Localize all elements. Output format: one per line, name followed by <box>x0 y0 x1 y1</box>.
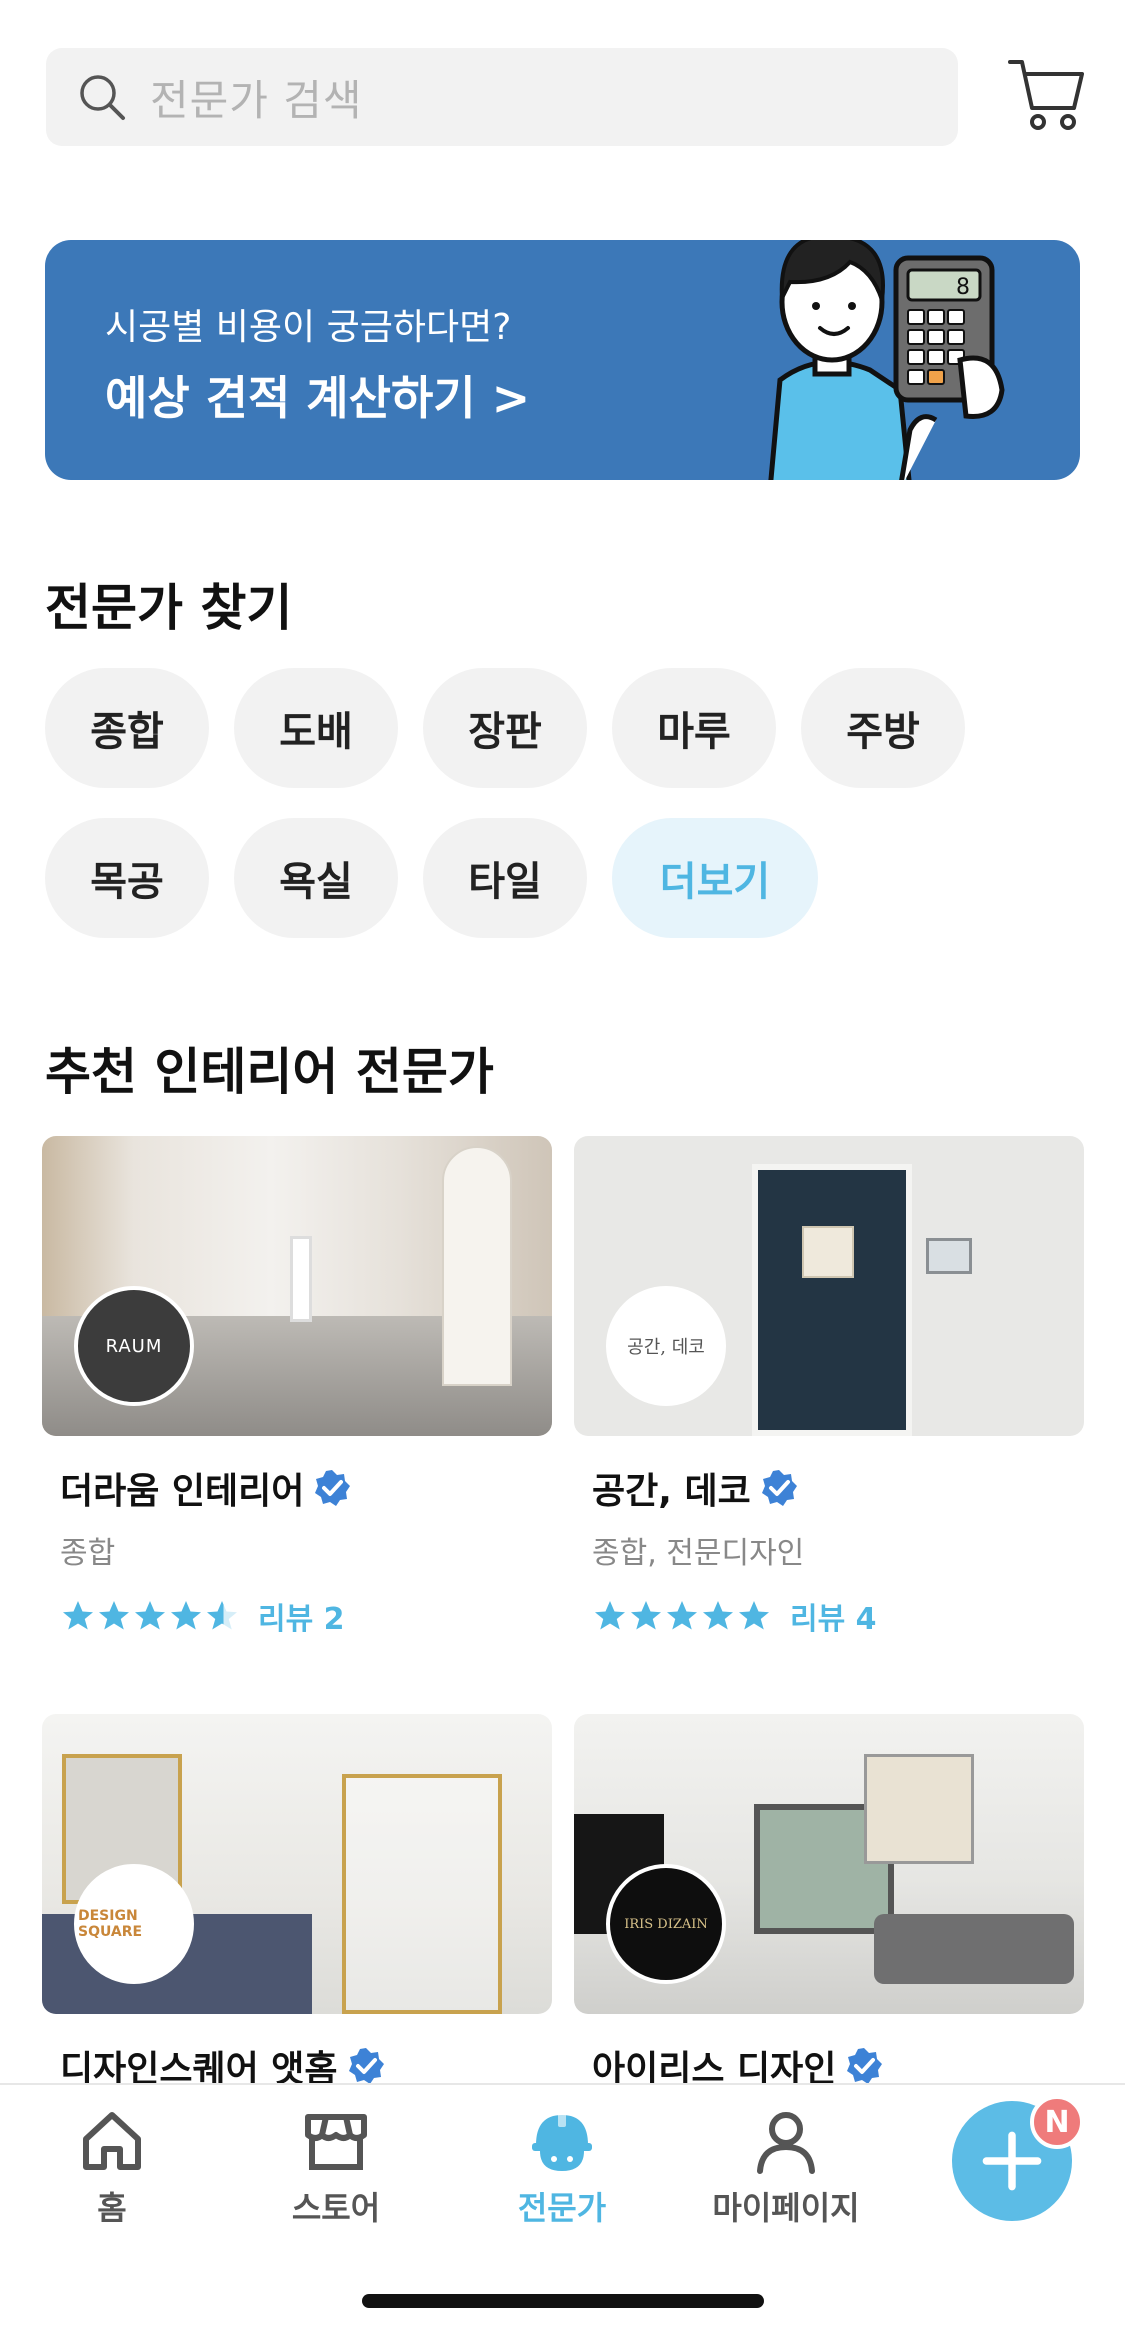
tab-mypage[interactable]: 마이페이지 <box>696 2105 876 2229</box>
chip-wood-floor[interactable]: 마루 <box>612 668 776 788</box>
tab-expert[interactable]: 전문가 <box>472 2105 652 2229</box>
search-icon <box>80 75 125 120</box>
chip-wallpaper[interactable]: 도배 <box>234 668 398 788</box>
store-icon <box>305 2114 367 2170</box>
expert-card[interactable]: DESIGN SQUARE 디자인스퀘어 앳홈 <box>42 1714 552 2092</box>
rating-row: 리뷰 2 <box>60 1594 552 1638</box>
star-icon <box>99 1601 129 1630</box>
expert-card[interactable]: RAUM 더라움 인테리어 종합 리뷰 2 <box>42 1136 552 1638</box>
estimate-banner[interactable]: 시공별 비용이 궁금하다면? 예상 견적 계산하기 > 8 <box>45 240 1080 480</box>
star-icon <box>667 1601 697 1630</box>
expert-logo: IRIS DIZAIN <box>606 1864 726 1984</box>
star-icon <box>135 1601 165 1630</box>
star-icon <box>631 1601 661 1630</box>
verified-icon <box>315 1470 351 1506</box>
star-half-icon <box>207 1601 237 1630</box>
new-badge: N <box>1030 2095 1084 2149</box>
verified-icon <box>761 1470 797 1506</box>
expert-photo: DESIGN SQUARE <box>42 1714 552 2014</box>
expert-photo: RAUM <box>42 1136 552 1436</box>
expert-photo: IRIS DIZAIN <box>574 1714 1084 2014</box>
expert-card[interactable]: 공간, 데코 공간, 데코 종합, 전문디자인 리뷰 4 <box>574 1136 1084 1638</box>
person-icon <box>757 2112 815 2174</box>
banner-subtitle: 시공별 비용이 궁금하다면? <box>105 307 512 348</box>
expert-name: 공간, 데코 <box>592 1471 751 1512</box>
verified-icon <box>348 2048 384 2084</box>
chip-more[interactable]: 더보기 <box>612 818 818 938</box>
expert-category: 종합, 전문디자인 <box>592 1536 805 1571</box>
find-experts-title: 전문가 찾기 <box>45 579 293 637</box>
chip-bathroom[interactable]: 욕실 <box>234 818 398 938</box>
plus-icon <box>982 2131 1042 2191</box>
star-icon <box>739 1601 769 1630</box>
calculator-display: 8 <box>956 275 970 300</box>
star-icon <box>703 1601 733 1630</box>
review-count[interactable]: 리뷰 4 <box>790 1594 877 1638</box>
chip-carpentry[interactable]: 목공 <box>45 818 209 938</box>
review-count[interactable]: 리뷰 2 <box>258 1594 345 1638</box>
star-icon <box>171 1601 201 1630</box>
search-row: 전문가 검색 <box>46 48 1086 148</box>
rating-row: 리뷰 4 <box>592 1594 1084 1638</box>
expert-logo: RAUM <box>74 1286 194 1406</box>
home-indicator <box>362 2294 764 2308</box>
expert-photo: 공간, 데코 <box>574 1136 1084 1436</box>
search-placeholder: 전문가 검색 <box>150 75 363 125</box>
expert-card[interactable]: IRIS DIZAIN 아이리스 디자인 <box>574 1714 1084 2092</box>
banner-title: 예상 견적 계산하기 > <box>105 371 531 425</box>
expert-logo: 공간, 데코 <box>606 1286 726 1406</box>
verified-icon <box>847 2048 883 2084</box>
chip-general[interactable]: 종합 <box>45 668 209 788</box>
chip-flooring-sheet[interactable]: 장판 <box>423 668 587 788</box>
star-icon <box>595 1601 625 1630</box>
expert-name: 더라움 인테리어 <box>60 1471 305 1512</box>
tab-store[interactable]: 스토어 <box>246 2105 426 2229</box>
person-calculator-illustration: 8 <box>768 240 1005 480</box>
category-chips: 종합 도배 장판 마루 주방 목공 욕실 타일 더보기 <box>45 668 1085 968</box>
expert-logo: DESIGN SQUARE <box>74 1864 194 1984</box>
chip-tile[interactable]: 타일 <box>423 818 587 938</box>
home-icon <box>83 2112 141 2170</box>
search-input[interactable]: 전문가 검색 <box>46 48 958 146</box>
recommended-title: 추천 인테리어 전문가 <box>45 1043 494 1101</box>
tab-home[interactable]: 홈 <box>22 2105 202 2229</box>
chip-kitchen[interactable]: 주방 <box>801 668 965 788</box>
expert-helmet-icon <box>532 2113 592 2171</box>
cart-icon[interactable] <box>1006 54 1086 134</box>
expert-category: 종합 <box>60 1536 116 1571</box>
star-icon <box>63 1601 93 1630</box>
